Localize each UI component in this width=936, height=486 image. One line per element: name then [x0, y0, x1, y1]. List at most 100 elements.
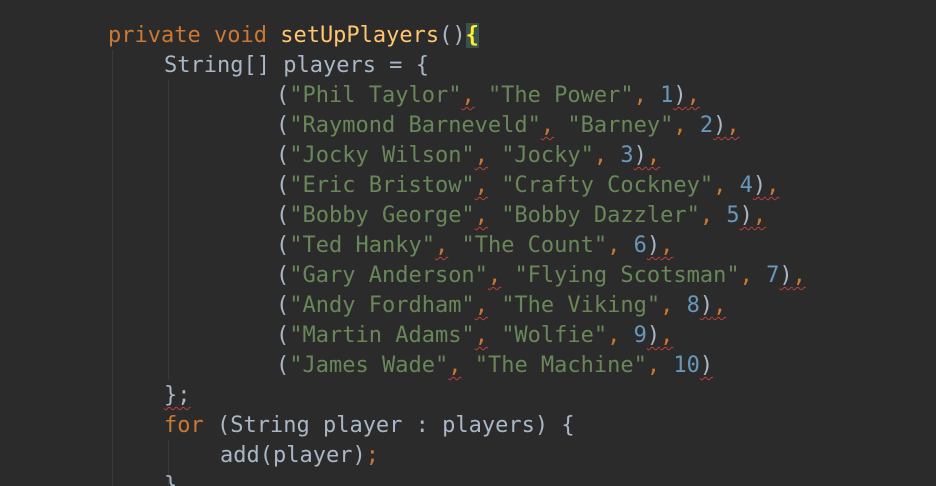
comma-error-marker: ,: [474, 323, 488, 348]
player-name-string: "James Wade": [289, 353, 449, 378]
player-name-string: "Jocky Wilson": [289, 143, 475, 168]
code-line-player-entry: ("James Wade", "The Machine", 10): [276, 351, 713, 381]
array-variable: players: [283, 53, 376, 78]
player-nickname-string: "Wolfie": [501, 323, 608, 348]
open-paren: (: [276, 263, 290, 288]
player-rank-number: 9: [633, 323, 647, 348]
code-line-add-call: add(player);: [220, 441, 379, 471]
player-rank-number: 6: [633, 233, 647, 258]
array-open-brace: {: [415, 53, 429, 78]
player-nickname-string: "Flying Scotsman": [514, 263, 740, 288]
player-name-string: "Raymond Barneveld": [289, 113, 541, 138]
code-line-player-entry: ("Martin Adams", "Wolfie", 9),: [276, 321, 673, 351]
player-rank-number: 3: [620, 143, 634, 168]
trailing-comma-error-marker: ,: [792, 263, 806, 288]
player-rank-number: 7: [766, 263, 780, 288]
comma-error-marker: ,: [474, 173, 488, 198]
code-line-player-entry: ("Bobby George", "Bobby Dazzler", 5),: [276, 201, 766, 231]
comma: ,: [633, 83, 661, 108]
close-paren: ): [699, 293, 714, 318]
trailing-comma-error-marker: ,: [686, 83, 700, 108]
trailing-comma-error-marker: ,: [660, 233, 674, 258]
player-nickname-string: "The Power": [487, 83, 634, 108]
comma: ,: [739, 263, 767, 288]
assign-operator: =: [375, 53, 416, 78]
trailing-comma-error-marker: ,: [752, 203, 767, 228]
comma-error-marker: ,: [540, 113, 555, 138]
code-editor[interactable]: private void setUpPlayers(){ String[] pl…: [0, 0, 936, 486]
comma-error-marker: ,: [487, 263, 502, 288]
close-paren: ): [739, 203, 753, 228]
comma: ,: [607, 323, 634, 348]
close-paren: ): [713, 113, 727, 138]
comma-error-marker: ,: [448, 353, 462, 378]
trailing-comma-error-marker: ,: [766, 173, 780, 198]
open-paren: (: [276, 113, 290, 138]
player-nickname-string: "Crafty Cockney": [501, 173, 714, 198]
player-name-string: "Ted Hanky": [289, 233, 435, 258]
comma: ,: [699, 203, 727, 228]
code-line-for-loop: for (String player : players) {: [164, 411, 575, 441]
method-params: (): [439, 23, 466, 48]
close-paren: ): [646, 323, 661, 348]
code-line-player-entry: ("Raymond Barneveld", "Barney", 2),: [276, 111, 740, 141]
open-paren: (: [276, 293, 290, 318]
player-name-string: "Andy Fordham": [289, 293, 475, 318]
array-type: String[]: [164, 53, 270, 78]
player-rank-number: 10: [673, 353, 700, 378]
trailing-comma-error-marker: ,: [713, 293, 727, 318]
trailing-comma-error-marker: ,: [660, 323, 674, 348]
open-paren: (: [276, 143, 290, 168]
player-name-string: "Martin Adams": [289, 323, 475, 348]
semicolon: ;: [365, 443, 379, 468]
code-line-player-entry: ("Ted Hanky", "The Count", 6),: [276, 231, 673, 261]
open-paren: (: [276, 173, 290, 198]
code-line-player-entry: ("Andy Fordham", "The Viking", 8),: [276, 291, 726, 321]
trailing-comma-error-marker: ,: [646, 143, 661, 168]
comma: ,: [713, 173, 740, 198]
keyword-for: for: [164, 413, 204, 438]
player-nickname-string: "Barney": [567, 113, 674, 138]
comma-error-marker: ,: [474, 143, 488, 168]
player-name-string: "Eric Bristow": [289, 173, 475, 198]
code-line-player-entry: ("Gary Anderson", "Flying Scotsman", 7),: [276, 261, 806, 291]
code-line-player-entry: ("Phil Taylor", "The Power", 1),: [276, 81, 700, 111]
comma: ,: [593, 143, 621, 168]
comma: ,: [607, 233, 634, 258]
comma: ,: [660, 293, 687, 318]
keyword-void: void: [213, 23, 267, 48]
player-rank-number: 4: [739, 173, 753, 198]
comma-error-marker: ,: [461, 83, 475, 108]
open-paren: (: [276, 233, 290, 258]
player-rank-number: 8: [686, 293, 700, 318]
close-paren: ): [752, 173, 767, 198]
indent-guide: [112, 50, 113, 486]
player-nickname-string: "The Count": [461, 233, 608, 258]
add-call: add(player): [220, 443, 366, 468]
code-line-closing-brace: }: [164, 471, 177, 486]
player-nickname-string: "The Machine": [474, 353, 647, 378]
close-paren: ): [646, 233, 661, 258]
code-line-method-signature: private void setUpPlayers(){: [108, 21, 479, 51]
trailing-comma-error-marker: ,: [726, 113, 740, 138]
player-rank-number: 1: [660, 83, 674, 108]
comma-error-marker: ,: [474, 203, 488, 228]
open-paren: (: [276, 203, 290, 228]
player-nickname-string: "Jocky": [501, 143, 594, 168]
matched-brace-highlight: {: [465, 23, 479, 48]
open-paren: (: [276, 353, 290, 378]
code-line-player-entry: ("Eric Bristow", "Crafty Cockney", 4),: [276, 171, 779, 201]
player-rank-number: 2: [699, 113, 714, 138]
code-line-array-declaration: String[] players = {: [164, 51, 429, 81]
close-paren: ): [673, 83, 687, 108]
code-line-array-close: };: [164, 381, 191, 411]
indent-guide: [168, 80, 169, 380]
close-paren: ): [779, 263, 793, 288]
comma-error-marker: ,: [434, 233, 449, 258]
keyword-private: private: [108, 23, 201, 48]
player-nickname-string: "The Viking": [501, 293, 661, 318]
player-name-string: "Gary Anderson": [289, 263, 488, 288]
player-rank-number: 5: [726, 203, 740, 228]
open-paren: (: [276, 323, 290, 348]
closing-brace: }: [164, 473, 178, 486]
